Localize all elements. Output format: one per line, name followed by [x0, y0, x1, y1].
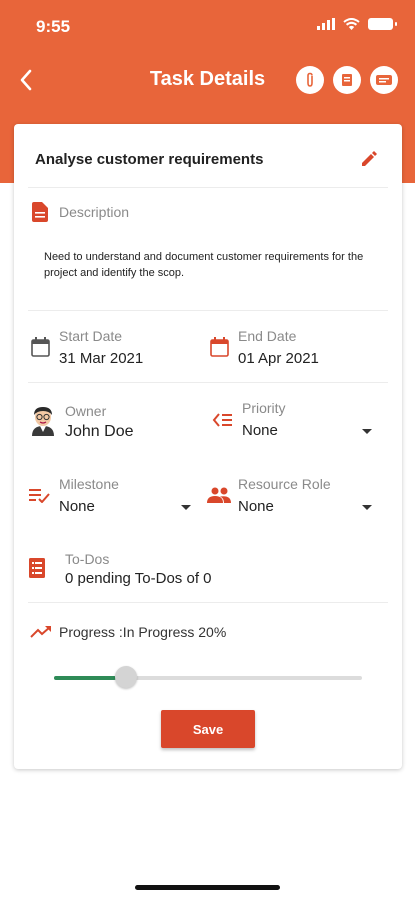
divider: [28, 382, 388, 383]
task-name: Analyse customer requirements: [35, 151, 264, 168]
priority-label: Priority: [242, 400, 286, 416]
milestone-icon: [29, 489, 50, 503]
trend-up-icon: [30, 626, 51, 638]
priority-select[interactable]: None: [242, 422, 278, 439]
calendar-icon: [30, 337, 50, 357]
resource-role-select[interactable]: None: [238, 498, 274, 515]
milestone-label: Milestone: [59, 476, 119, 492]
start-date-label: Start Date: [59, 328, 123, 344]
edit-button[interactable]: [356, 146, 382, 172]
page-title: Task Details: [149, 68, 266, 90]
owner-label: Owner: [65, 403, 107, 419]
edit-pencil-icon: [362, 151, 377, 166]
divider: [28, 310, 388, 311]
divider: [28, 602, 388, 603]
resource-role-label: Resource Role: [238, 476, 331, 492]
milestone-dropdown-icon[interactable]: [181, 505, 191, 510]
people-icon: [207, 487, 231, 503]
end-date-value[interactable]: 01 Apr 2021: [238, 350, 319, 367]
file-icon: [32, 202, 48, 222]
attachment-icon: [307, 72, 313, 87]
milestone-icon-wrap: [28, 486, 50, 504]
save-button[interactable]: Save: [161, 710, 255, 748]
todo-list-icon: [29, 558, 45, 578]
status-time: 9:55: [36, 17, 71, 36]
signal-icon: [317, 18, 335, 30]
avatar: [32, 407, 54, 436]
resource-role-icon-wrap: [207, 486, 231, 504]
calendar-icon: [209, 337, 229, 357]
progress-slider-thumb[interactable]: [114, 666, 137, 688]
todos-label: To-Dos: [65, 551, 110, 567]
priority-dropdown-icon[interactable]: [362, 429, 372, 434]
progress-text: Progress :In Progress 20%: [59, 624, 227, 640]
owner-value[interactable]: John Doe: [65, 423, 134, 441]
chat-icon: [376, 75, 392, 85]
home-indicator: [135, 885, 280, 890]
status-icons: [317, 18, 397, 30]
todos-value[interactable]: 0 pending To-Dos of 0: [65, 570, 212, 587]
battery-icon: [368, 18, 397, 30]
app-bar: Task Details: [0, 56, 415, 104]
priority-icon: [212, 413, 232, 427]
description-label: Description: [59, 204, 130, 220]
document-icon: [342, 74, 352, 86]
progress-slider[interactable]: [54, 666, 362, 688]
start-date-value[interactable]: 31 Mar 2021: [59, 350, 143, 367]
description-text: Need to understand and document customer…: [44, 251, 364, 279]
wifi-icon: [343, 18, 360, 30]
resource-role-dropdown-icon[interactable]: [362, 505, 372, 510]
milestone-select[interactable]: None: [59, 498, 95, 515]
todos-icon-wrap: [28, 557, 46, 579]
status-bar: 9:55: [0, 0, 415, 50]
end-date-label: End Date: [238, 328, 297, 344]
start-date-icon-wrap: [30, 336, 50, 358]
attachment-button[interactable]: [296, 66, 324, 94]
progress-icon-wrap: [30, 624, 52, 640]
divider: [28, 187, 388, 188]
progress-slider-fill: [54, 676, 116, 680]
end-date-icon-wrap: [209, 336, 229, 358]
priority-icon-wrap: [212, 410, 234, 430]
description-icon-wrap: [30, 202, 50, 222]
chat-button[interactable]: [370, 66, 398, 94]
owner-avatar: [28, 404, 58, 436]
document-button[interactable]: [333, 66, 361, 94]
task-card: Analyse customer requirements Descriptio…: [14, 124, 402, 769]
